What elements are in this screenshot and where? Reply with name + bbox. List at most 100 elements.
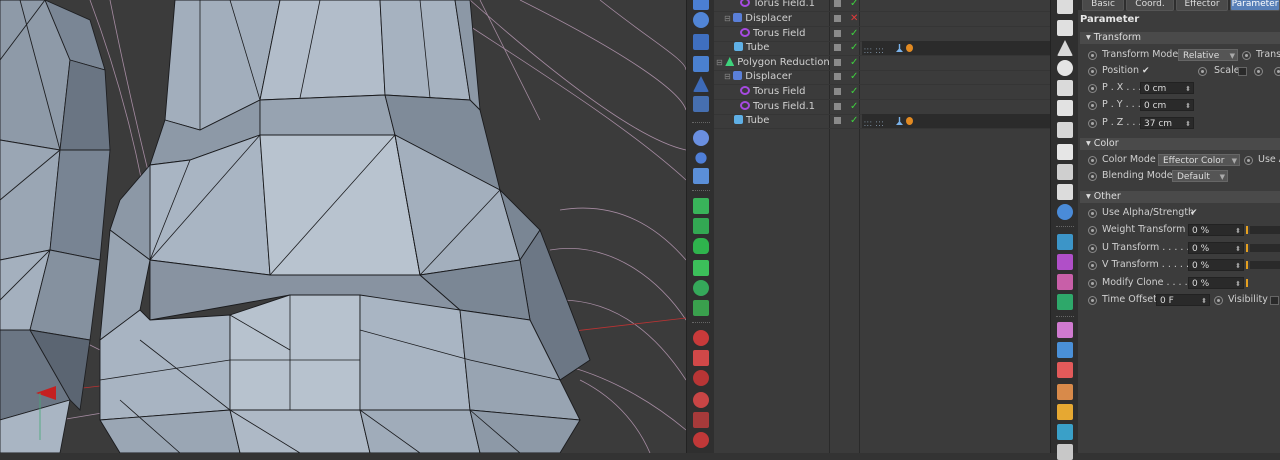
environment-tool-icon[interactable] <box>693 168 709 184</box>
visibility-toggle[interactable] <box>834 73 841 80</box>
u-transform-field[interactable]: 0 % ⬍ <box>1188 242 1244 254</box>
object-row-tube-2[interactable]: Tube ✓ ⁚⁚⁚ ⁚⁚⁚ <box>714 114 1050 129</box>
animate-radio[interactable] <box>1088 84 1097 93</box>
visibility-toggle[interactable] <box>834 44 841 51</box>
extrude-tool-icon[interactable] <box>693 260 709 276</box>
animate-radio[interactable] <box>1088 51 1097 60</box>
section-other[interactable]: ▾ Other <box>1080 191 1280 203</box>
v-transform-field[interactable]: 0 % ⬍ <box>1188 259 1244 271</box>
animate-radio[interactable] <box>1088 156 1097 165</box>
weight-transform-slider[interactable] <box>1246 226 1248 234</box>
animate-radio[interactable] <box>1088 119 1097 128</box>
viewport-canvas[interactable] <box>0 0 686 453</box>
delay-layer-icon[interactable] <box>1057 294 1073 310</box>
modify-clone-field[interactable]: 0 % ⬍ <box>1188 277 1244 289</box>
cone-tool-icon[interactable] <box>693 76 709 92</box>
transform-mode-dropdown[interactable]: Relative ▼ <box>1178 49 1238 61</box>
enabled-check-icon[interactable]: ✓ <box>850 100 858 114</box>
grid-field-icon[interactable] <box>1057 144 1073 160</box>
tab-parameter[interactable]: Parameter <box>1230 0 1280 11</box>
animate-radio[interactable] <box>1214 296 1223 305</box>
phong-tag-icon[interactable]: ⁚⁚⁚ ⁚⁚⁚ <box>864 118 884 132</box>
section-color[interactable]: ▾ Color <box>1080 138 1280 150</box>
object-row-displacer[interactable]: ⊟ Displacer ✕ <box>714 12 1050 27</box>
cube-tool-icon[interactable] <box>693 0 709 10</box>
position-x-field[interactable]: 0 cm ⬍ <box>1140 82 1194 94</box>
volume-effector-icon[interactable] <box>1057 444 1073 460</box>
section-transform[interactable]: ▾ Transform <box>1080 32 1280 44</box>
object-row-tube[interactable]: Tube ✓ ⁚⁚⁚ ⁚⁚⁚ <box>714 41 1050 56</box>
clamp-layer-icon[interactable] <box>1057 254 1073 270</box>
pin-tag-icon[interactable] <box>896 117 903 125</box>
object-row-displacer-2[interactable]: ⊟ Displacer ✓ <box>714 70 1050 85</box>
sound-field-icon[interactable] <box>1057 164 1073 180</box>
object-row-torus-field[interactable]: Torus Field ✓ <box>714 27 1050 42</box>
target-effector-icon[interactable] <box>1057 404 1073 420</box>
linear-field-icon[interactable] <box>1057 100 1073 116</box>
sky-tool-icon[interactable] <box>695 152 707 164</box>
animate-radio[interactable] <box>1088 67 1097 76</box>
plane-tool-icon[interactable] <box>693 34 709 50</box>
enabled-check-icon[interactable]: ✓ <box>850 56 858 70</box>
modify-clone-slider[interactable] <box>1246 279 1248 287</box>
scale-checkbox[interactable] <box>1238 67 1247 76</box>
visibility-toggle[interactable] <box>834 88 841 95</box>
animate-radio[interactable] <box>1088 261 1097 270</box>
disabled-cross-icon[interactable]: ✕ <box>850 12 858 26</box>
twist-deformer-icon[interactable] <box>693 350 709 366</box>
taper-deformer-icon[interactable] <box>693 412 709 428</box>
formula-field-icon[interactable] <box>1057 204 1073 220</box>
plain-effector-icon[interactable] <box>1057 322 1073 338</box>
animate-radio[interactable] <box>1088 279 1097 288</box>
cone-field-icon[interactable] <box>1057 40 1073 56</box>
animate-radio[interactable] <box>1198 67 1207 76</box>
symmetry-tool-icon[interactable] <box>693 218 709 234</box>
enabled-check-icon[interactable]: ✓ <box>850 41 858 55</box>
platonic-tool-icon[interactable] <box>693 56 709 72</box>
visibility-toggle[interactable] <box>834 59 841 66</box>
animate-radio[interactable] <box>1088 296 1097 305</box>
lathe-tool-icon[interactable] <box>693 238 709 254</box>
shear-deformer-icon[interactable] <box>693 392 709 408</box>
cube-field-icon[interactable] <box>1057 0 1073 14</box>
array-tool-icon[interactable] <box>693 198 709 214</box>
bulge-deformer-icon[interactable] <box>693 370 709 386</box>
visibility-toggle[interactable] <box>834 117 841 124</box>
object-row-torus-field-1[interactable]: Torus Field.1 ✓ <box>714 0 1050 12</box>
v-transform-slider-track[interactable] <box>1250 261 1280 269</box>
object-row-torus-field-1-2[interactable]: Torus Field.1 ✓ <box>714 100 1050 115</box>
animate-radio[interactable] <box>1254 67 1263 76</box>
position-z-field[interactable]: 37 cm ⬍ <box>1140 117 1194 129</box>
position-checkbox[interactable]: ✔ <box>1142 64 1150 78</box>
position-y-field[interactable]: 0 cm ⬍ <box>1140 99 1194 111</box>
sweep-tool-icon[interactable] <box>693 280 709 296</box>
weight-transform-slider-track[interactable] <box>1250 226 1280 234</box>
enabled-check-icon[interactable]: ✓ <box>850 114 858 128</box>
animate-radio[interactable] <box>1242 51 1251 60</box>
landscape-tool-icon[interactable] <box>693 96 709 112</box>
tab-basic[interactable]: Basic <box>1082 0 1124 11</box>
material-tag-icon[interactable] <box>906 117 913 125</box>
object-row-polygon-reduction[interactable]: ⊟ Polygon Reduction ✓ <box>714 56 1050 71</box>
time-offset-field[interactable]: 0 F ⬍ <box>1156 294 1210 306</box>
animate-radio[interactable] <box>1274 67 1280 76</box>
tab-coord[interactable]: Coord. <box>1126 0 1174 11</box>
freeze-layer-icon[interactable] <box>1057 234 1073 250</box>
animate-radio[interactable] <box>1088 172 1097 181</box>
spline-field-icon[interactable] <box>1057 184 1073 200</box>
shader-effector-icon[interactable] <box>1057 362 1073 378</box>
weight-transform-field[interactable]: 0 % ⬍ <box>1188 224 1244 236</box>
random-field-icon[interactable] <box>1057 80 1073 96</box>
visibility-toggle[interactable] <box>834 15 841 22</box>
animate-radio[interactable] <box>1088 226 1097 235</box>
animate-radio[interactable] <box>1088 244 1097 253</box>
enabled-check-icon[interactable]: ✓ <box>850 0 858 11</box>
box-field-icon[interactable] <box>1057 20 1073 36</box>
displacer-deformer-icon[interactable] <box>693 432 709 448</box>
color-mode-dropdown[interactable]: Effector Color ▼ <box>1158 154 1240 166</box>
u-transform-slider-track[interactable] <box>1250 244 1280 252</box>
object-row-torus-field-2[interactable]: Torus Field ✓ <box>714 85 1050 100</box>
visibility-toggle[interactable] <box>834 103 841 110</box>
animate-radio[interactable] <box>1088 209 1097 218</box>
visibility-checkbox[interactable] <box>1270 296 1279 305</box>
